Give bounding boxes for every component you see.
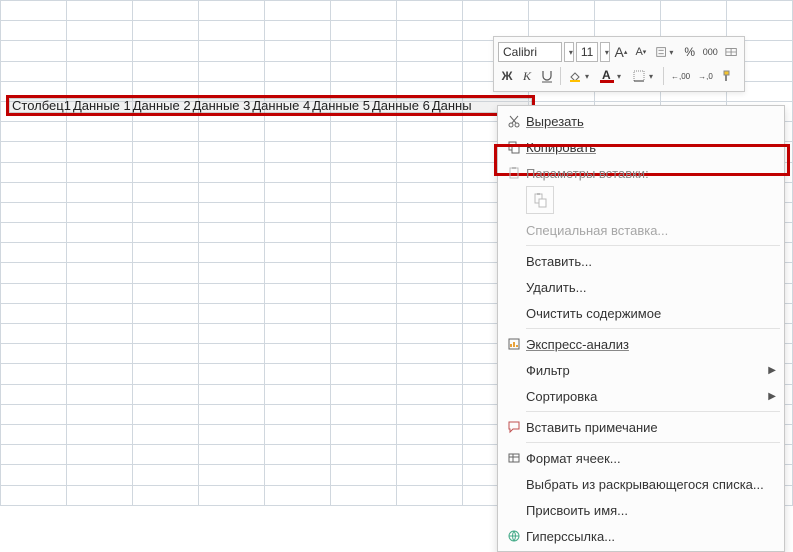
menu-label: Фильтр bbox=[526, 363, 762, 378]
font-color-button[interactable]: А ▾ bbox=[597, 66, 627, 86]
menu-hyperlink[interactable]: Гиперссылка... bbox=[498, 523, 784, 549]
decrease-decimal-button[interactable]: →,0 bbox=[695, 66, 716, 86]
menu-format-cells[interactable]: Формат ячеек... bbox=[498, 445, 784, 471]
menu-separator bbox=[526, 411, 780, 412]
menu-label: Присвоить имя... bbox=[526, 503, 776, 518]
scissors-icon bbox=[502, 114, 526, 128]
fill-color-button[interactable]: ▾ bbox=[565, 66, 595, 86]
increase-decimal-button[interactable]: ←,00 bbox=[668, 66, 693, 86]
menu-label: Параметры вставки: bbox=[526, 166, 776, 181]
menu-paste-options-header: Параметры вставки: bbox=[498, 160, 784, 186]
percent-format-button[interactable]: % bbox=[681, 42, 699, 62]
cell-value: Данны bbox=[431, 98, 473, 113]
submenu-arrow-icon: ▶ bbox=[762, 365, 776, 376]
menu-filter[interactable]: Фильтр ▶ bbox=[498, 357, 784, 383]
menu-label: Сортировка bbox=[526, 389, 762, 404]
copy-icon bbox=[502, 140, 526, 154]
menu-delete[interactable]: Удалить... bbox=[498, 274, 784, 300]
menu-define-name[interactable]: Присвоить имя... bbox=[498, 497, 784, 523]
menu-label: Формат ячеек... bbox=[526, 451, 776, 466]
menu-label: Копировать bbox=[526, 140, 776, 155]
font-size-dropdown-icon[interactable]: ▾ bbox=[600, 42, 610, 62]
menu-label: Вырезать bbox=[526, 114, 776, 129]
cell-value: Данные 3 bbox=[192, 98, 252, 113]
grow-font-button[interactable]: A▴ bbox=[612, 42, 630, 62]
menu-paste-special: Специальная вставка... bbox=[498, 217, 784, 243]
separator bbox=[560, 67, 561, 85]
menu-separator bbox=[526, 245, 780, 246]
menu-pick-from-list[interactable]: Выбрать из раскрывающегося списка... bbox=[498, 471, 784, 497]
clipboard-icon bbox=[502, 166, 526, 180]
selected-row-highlight: Столбец1 Данные 1 Данные 2 Данные 3 Данн… bbox=[6, 95, 535, 116]
borders-button[interactable]: ▾ bbox=[629, 66, 659, 86]
menu-insert[interactable]: Вставить... bbox=[498, 248, 784, 274]
cell-value: Столбец1 bbox=[11, 98, 72, 113]
cell-value: Данные 2 bbox=[132, 98, 192, 113]
menu-clear-contents[interactable]: Очистить содержимое bbox=[498, 300, 784, 326]
menu-label: Специальная вставка... bbox=[526, 223, 776, 238]
menu-label: Экспресс-анализ bbox=[526, 337, 776, 352]
menu-label: Выбрать из раскрывающегося списка... bbox=[526, 477, 776, 492]
bold-button[interactable]: Ж bbox=[498, 66, 516, 86]
menu-cut[interactable]: Вырезать bbox=[498, 108, 784, 134]
cell-value: Данные 4 bbox=[251, 98, 311, 113]
underline-button[interactable] bbox=[538, 66, 556, 86]
menu-label: Очистить содержимое bbox=[526, 306, 776, 321]
menu-label: Вставить примечание bbox=[526, 420, 776, 435]
font-name-dropdown-icon[interactable]: ▾ bbox=[564, 42, 574, 62]
comma-format-button[interactable]: 000 bbox=[701, 42, 720, 62]
quick-analysis-icon bbox=[502, 337, 526, 351]
cell-value: Данные 6 bbox=[371, 98, 431, 113]
menu-insert-comment[interactable]: Вставить примечание bbox=[498, 414, 784, 440]
format-painter-button[interactable] bbox=[718, 66, 738, 86]
separator bbox=[663, 67, 664, 85]
menu-label: Удалить... bbox=[526, 280, 776, 295]
context-menu: Вырезать Копировать Параметры вставки: С… bbox=[497, 105, 785, 552]
cell-value: Данные 5 bbox=[311, 98, 371, 113]
paste-option-button[interactable] bbox=[526, 186, 554, 214]
cell-value: Данные 1 bbox=[72, 98, 132, 113]
font-name-value: Calibri bbox=[503, 45, 537, 59]
accounting-format-button[interactable]: ▾ bbox=[652, 42, 679, 62]
shrink-font-button[interactable]: A▾ bbox=[632, 42, 650, 62]
format-cells-icon bbox=[502, 451, 526, 465]
font-size-value: 11 bbox=[581, 45, 593, 59]
comment-icon bbox=[502, 420, 526, 434]
menu-separator bbox=[526, 442, 780, 443]
hyperlink-icon bbox=[502, 529, 526, 543]
menu-quick-analysis[interactable]: Экспресс-анализ bbox=[498, 331, 784, 357]
font-size-combo[interactable]: 11 bbox=[576, 42, 598, 62]
font-name-combo[interactable]: Calibri bbox=[498, 42, 562, 62]
menu-separator bbox=[526, 328, 780, 329]
menu-copy[interactable]: Копировать bbox=[498, 134, 784, 160]
italic-button[interactable]: К bbox=[518, 66, 536, 86]
submenu-arrow-icon: ▶ bbox=[762, 391, 776, 402]
menu-sort[interactable]: Сортировка ▶ bbox=[498, 383, 784, 409]
menu-label: Гиперссылка... bbox=[526, 529, 776, 544]
menu-label: Вставить... bbox=[526, 254, 776, 269]
merge-button[interactable] bbox=[722, 42, 740, 62]
mini-toolbar: Calibri ▾ 11 ▾ A▴ A▾ ▾ % 000 Ж К ▾ А ▾ bbox=[493, 36, 745, 92]
